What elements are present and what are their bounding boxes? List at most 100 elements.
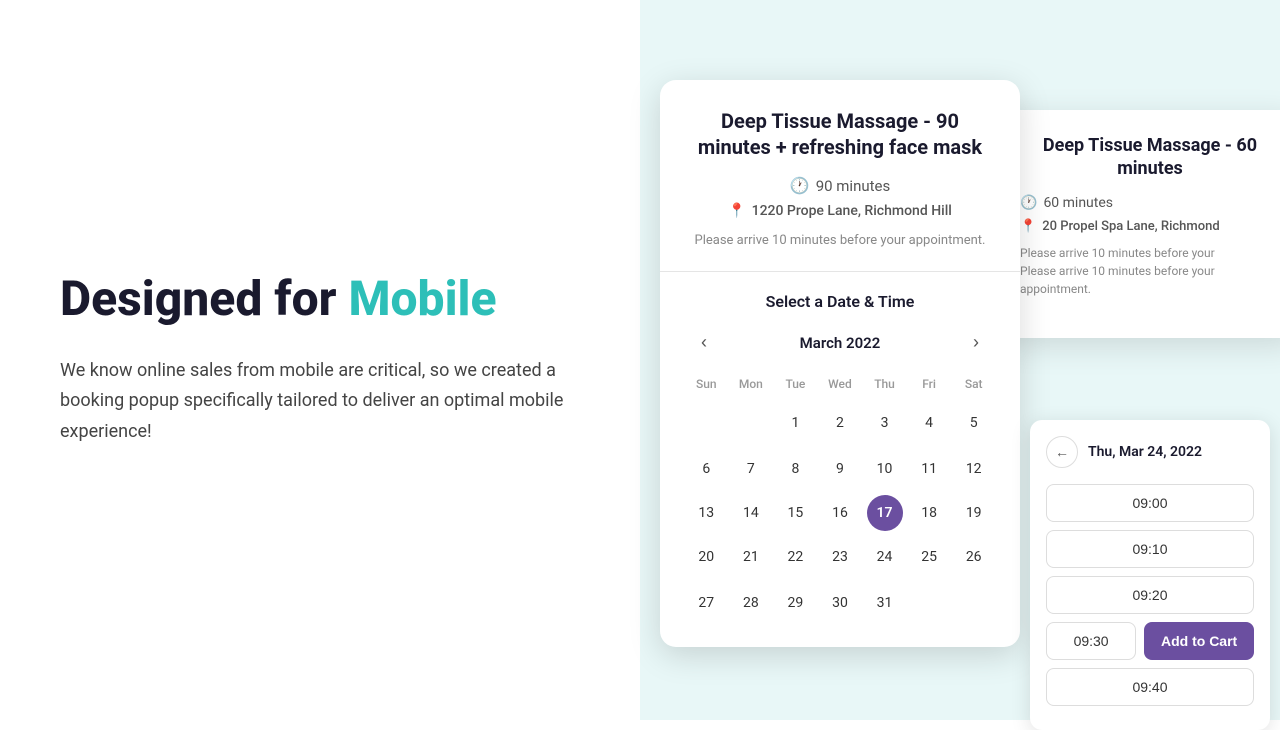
calendar-day-cell[interactable]: 20 <box>684 535 729 579</box>
calendar-day-cell[interactable]: 16 <box>818 491 863 535</box>
day-31[interactable]: 31 <box>867 585 903 621</box>
calendar-day-cell[interactable]: 2 <box>818 399 863 447</box>
day-11[interactable]: 11 <box>911 451 947 487</box>
calendar-day-cell[interactable]: 22 <box>773 535 818 579</box>
prev-month-button[interactable]: ‹ <box>688 327 720 359</box>
map-pin-icon: 📍 <box>728 203 745 219</box>
day-3[interactable]: 3 <box>867 405 903 441</box>
day-19[interactable]: 19 <box>956 495 992 531</box>
calendar-day-cell[interactable]: 19 <box>951 491 996 535</box>
calendar-day-cell[interactable]: 3 <box>862 399 907 447</box>
next-month-button[interactable]: › <box>960 327 992 359</box>
day-7[interactable]: 7 <box>733 451 769 487</box>
day-23[interactable]: 23 <box>822 539 858 575</box>
day-15[interactable]: 15 <box>777 495 813 531</box>
day-22[interactable]: 22 <box>777 539 813 575</box>
time-slot-0920[interactable]: 09:20 <box>1046 576 1254 614</box>
empty-day <box>911 583 947 619</box>
day-header-tue: Tue <box>773 373 818 399</box>
datetime-header: ← Thu, Mar 24, 2022 <box>1046 436 1254 468</box>
main-card-duration: 🕐 90 minutes <box>684 176 996 195</box>
heading-normal: Designed for <box>60 270 348 327</box>
calendar-day-cell[interactable]: 23 <box>818 535 863 579</box>
day-4[interactable]: 4 <box>911 405 947 441</box>
calendar: ‹ March 2022 › Sun Mon Tue Wed Thu Fri S <box>684 327 996 627</box>
calendar-day-cell[interactable]: 1 <box>773 399 818 447</box>
calendar-day-cell <box>684 399 729 447</box>
time-slot-0910[interactable]: 09:10 <box>1046 530 1254 568</box>
day-12[interactable]: 12 <box>956 451 992 487</box>
day-1[interactable]: 1 <box>777 405 813 441</box>
day-29[interactable]: 29 <box>777 585 813 621</box>
calendar-day-cell <box>951 579 996 627</box>
day-13[interactable]: 13 <box>688 495 724 531</box>
calendar-day-cell[interactable]: 7 <box>729 447 774 491</box>
calendar-day-cell[interactable]: 17 <box>862 491 907 535</box>
day-9[interactable]: 9 <box>822 451 858 487</box>
calendar-day-cell[interactable]: 29 <box>773 579 818 627</box>
add-to-cart-button[interactable]: Add to Cart <box>1144 622 1254 660</box>
calendar-day-cell[interactable]: 9 <box>818 447 863 491</box>
day-20[interactable]: 20 <box>688 539 724 575</box>
day-16[interactable]: 16 <box>822 495 858 531</box>
calendar-month: March 2022 <box>800 334 881 352</box>
calendar-day-cell[interactable]: 11 <box>907 447 952 491</box>
back-button[interactable]: ← <box>1046 436 1078 468</box>
day-header-thu: Thu <box>862 373 907 399</box>
calendar-day-cell[interactable]: 28 <box>729 579 774 627</box>
day-8[interactable]: 8 <box>777 451 813 487</box>
empty-day <box>956 583 992 619</box>
day-header-wed: Wed <box>818 373 863 399</box>
empty-day <box>733 403 769 439</box>
calendar-day-cell[interactable]: 12 <box>951 447 996 491</box>
calendar-day-cell[interactable]: 6 <box>684 447 729 491</box>
calendar-day-cell[interactable]: 14 <box>729 491 774 535</box>
clock-icon: 🕐 <box>790 176 810 195</box>
calendar-day-cell[interactable]: 24 <box>862 535 907 579</box>
day-26[interactable]: 26 <box>956 539 992 575</box>
day-18[interactable]: 18 <box>911 495 947 531</box>
cards-container: Deep Tissue Massage - 60 minutes 🕐 60 mi… <box>640 30 1280 720</box>
calendar-day-cell <box>907 579 952 627</box>
day-10[interactable]: 10 <box>867 451 903 487</box>
calendar-day-cell[interactable]: 30 <box>818 579 863 627</box>
main-card-location: 📍 1220 Prope Lane, Richmond Hill <box>684 203 996 219</box>
calendar-day-cell[interactable]: 18 <box>907 491 952 535</box>
day-5[interactable]: 5 <box>956 405 992 441</box>
day-21[interactable]: 21 <box>733 539 769 575</box>
calendar-day-cell[interactable]: 25 <box>907 535 952 579</box>
day-24[interactable]: 24 <box>867 539 903 575</box>
body-text: We know online sales from mobile are cri… <box>60 356 580 448</box>
day-2[interactable]: 2 <box>822 405 858 441</box>
calendar-day-cell[interactable]: 4 <box>907 399 952 447</box>
calendar-week-row: 20212223242526 <box>684 535 996 579</box>
calendar-day-cell[interactable]: 10 <box>862 447 907 491</box>
time-slot-0940[interactable]: 09:40 <box>1046 668 1254 706</box>
time-slot-0930[interactable]: 09:30 <box>1046 622 1136 660</box>
time-slot-0900[interactable]: 09:00 <box>1046 484 1254 522</box>
day-header-fri: Fri <box>907 373 952 399</box>
calendar-day-cell[interactable]: 8 <box>773 447 818 491</box>
calendar-week-row: 2728293031 <box>684 579 996 627</box>
background-card: Deep Tissue Massage - 60 minutes 🕐 60 mi… <box>1000 110 1280 338</box>
day-14[interactable]: 14 <box>733 495 769 531</box>
day-30[interactable]: 30 <box>822 585 858 621</box>
left-section: Designed for Mobile We know online sales… <box>0 0 640 720</box>
calendar-day-cell[interactable]: 15 <box>773 491 818 535</box>
calendar-day-cell[interactable]: 26 <box>951 535 996 579</box>
calendar-week-row: 13141516171819 <box>684 491 996 535</box>
calendar-day-cell[interactable]: 21 <box>729 535 774 579</box>
calendar-day-cell[interactable]: 5 <box>951 399 996 447</box>
calendar-header-row: Sun Mon Tue Wed Thu Fri Sat <box>684 373 996 399</box>
day-25[interactable]: 25 <box>911 539 947 575</box>
datetime-panel: ← Thu, Mar 24, 2022 09:00 09:10 09:20 09… <box>1030 420 1270 730</box>
day-6[interactable]: 6 <box>688 451 724 487</box>
bg-card-title: Deep Tissue Massage - 60 minutes <box>1020 134 1280 181</box>
calendar-day-cell[interactable]: 31 <box>862 579 907 627</box>
day-17[interactable]: 17 <box>867 495 903 531</box>
calendar-day-cell[interactable]: 13 <box>684 491 729 535</box>
day-28[interactable]: 28 <box>733 585 769 621</box>
day-27[interactable]: 27 <box>688 585 724 621</box>
bg-note-part2: Please arrive 10 minutes before your app… <box>1020 264 1215 296</box>
calendar-day-cell[interactable]: 27 <box>684 579 729 627</box>
